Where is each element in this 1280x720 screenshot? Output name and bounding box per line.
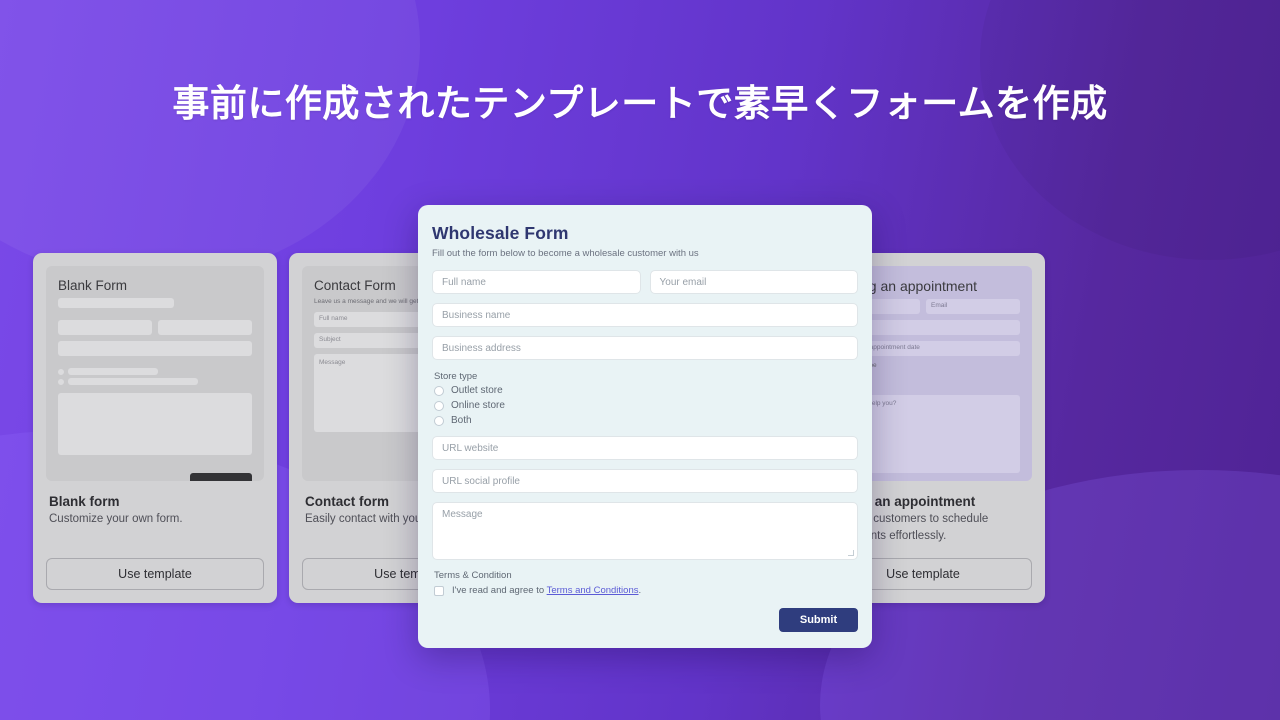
email-input[interactable]: Your email [649,270,858,294]
name-email-row: Full name Your email [432,270,858,294]
terms-text-before: I've read and agree to [452,585,547,596]
radio-icon-outlet-store[interactable] [434,385,444,396]
placeholder-submit-button [190,473,252,481]
message-textarea[interactable]: Message [432,502,858,560]
preview-field-email: Email [926,299,1020,314]
placeholder-radio-icon [58,368,64,375]
terms-agreement-text: I've read and agree to Terms and Conditi… [452,585,641,596]
page-root: 事前に作成されたテンプレートで素早くフォームを作成 Blank Form Bla… [0,0,1280,720]
message-placeholder: Message [442,509,483,520]
resize-handle-icon[interactable] [848,550,854,556]
use-template-button[interactable]: Use template [46,558,264,590]
terms-and-conditions-link[interactable]: Terms and Conditions [547,585,639,596]
modal-subtitle: Fill out the form below to become a whol… [432,248,699,259]
placeholder-field [58,320,152,335]
background-blob-top-right [980,0,1280,260]
placeholder-radio-icon [58,378,64,385]
radio-label-outlet-store: Outlet store [451,385,503,396]
placeholder-field [58,341,252,356]
template-card-blank-form[interactable]: Blank Form Blank form Customize your own… [33,253,277,603]
terms-text-after: . [638,585,642,596]
terms-label: Terms & Condition [434,570,512,581]
placeholder-field [158,320,252,335]
url-social-profile-input[interactable]: URL social profile [432,469,858,493]
preview-title: Blank Form [58,278,128,293]
terms-checkbox-row[interactable]: I've read and agree to Terms and Conditi… [432,585,858,596]
full-name-input[interactable]: Full name [432,270,641,294]
placeholder-textarea [58,393,252,455]
page-headline: 事前に作成されたテンプレートで素早くフォームを作成 [172,82,1108,125]
background-blob-top-left [0,0,420,280]
business-address-input[interactable]: Business address [432,336,858,360]
store-type-option-outlet[interactable]: Outlet store [432,385,858,396]
url-website-input[interactable]: URL website [432,436,858,460]
terms-checkbox[interactable] [434,585,444,596]
radio-label-online-store: Online store [451,400,505,411]
card-title: Blank form [49,494,120,509]
radio-icon-both[interactable] [434,415,444,426]
card-preview-blank-form: Blank Form [46,266,264,481]
radio-label-both: Both [451,415,472,426]
placeholder-bar [58,298,175,308]
radio-icon-online-store[interactable] [434,400,444,411]
submit-button[interactable]: Submit [779,608,858,632]
placeholder-bar [68,378,198,385]
placeholder-bar [68,368,158,375]
business-name-input[interactable]: Business name [432,303,858,327]
store-type-option-online[interactable]: Online store [432,400,858,411]
modal-title: Wholesale Form [432,223,569,243]
store-type-option-both[interactable]: Both [432,415,858,426]
wholesale-form-modal: Wholesale Form Fill out the form below t… [418,205,872,648]
store-type-label: Store type [434,371,478,382]
card-description: Customize your own form. [49,513,183,525]
